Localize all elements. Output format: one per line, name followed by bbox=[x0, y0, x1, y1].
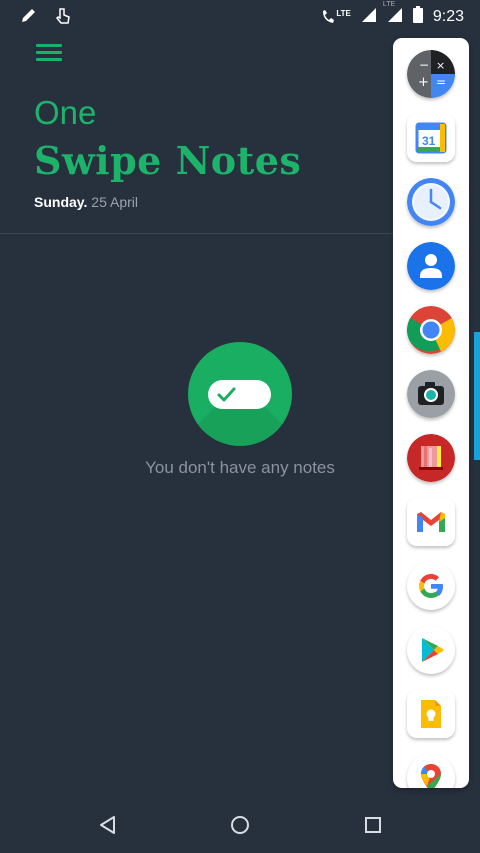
svg-text:=: = bbox=[436, 75, 446, 89]
svg-text:×: × bbox=[436, 59, 445, 72]
svg-text:+: + bbox=[418, 75, 429, 90]
status-bar: LTE LTE 9:23 bbox=[0, 0, 480, 30]
signal-icon bbox=[361, 7, 377, 28]
pencil-icon bbox=[20, 6, 38, 29]
navigation-bar bbox=[0, 796, 480, 853]
chrome-app-icon[interactable] bbox=[407, 306, 455, 354]
home-circle-icon[interactable] bbox=[227, 812, 253, 838]
play-store-app-icon[interactable] bbox=[407, 626, 455, 674]
recents-square-icon[interactable] bbox=[360, 812, 386, 838]
calculator-app-icon[interactable]: − × + = bbox=[407, 50, 455, 98]
date-label: Sunday. 25 April bbox=[34, 194, 138, 210]
gmail-app-icon[interactable] bbox=[407, 498, 455, 546]
svg-text:−: − bbox=[419, 58, 429, 72]
keep-app-icon[interactable] bbox=[407, 690, 455, 738]
contacts-app-icon[interactable] bbox=[407, 242, 455, 290]
hamburger-menu-icon[interactable] bbox=[36, 44, 62, 62]
back-triangle-icon[interactable] bbox=[95, 812, 121, 838]
books-app-icon[interactable] bbox=[407, 434, 455, 482]
clock-app-icon[interactable] bbox=[407, 178, 455, 226]
day-label: Sunday. bbox=[34, 194, 88, 210]
scroll-indicator[interactable] bbox=[474, 332, 480, 460]
calendar-app-icon[interactable]: 31 bbox=[407, 114, 455, 162]
header-divider bbox=[0, 233, 396, 234]
lte-call-icon: LTE bbox=[321, 9, 351, 25]
date-value: 25 April bbox=[87, 194, 139, 210]
lte-label: LTE bbox=[336, 8, 351, 18]
maps-app-icon[interactable] bbox=[407, 754, 455, 788]
google-app-icon[interactable] bbox=[407, 562, 455, 610]
app-title-line2: Swipe Notes bbox=[34, 138, 302, 183]
lte-label-secondary: LTE bbox=[382, 0, 396, 8]
toggle-check-icon bbox=[188, 342, 292, 446]
camera-app-icon[interactable] bbox=[407, 370, 455, 418]
app-sidebar: − × + = 31 bbox=[393, 38, 469, 788]
app-title-line1: One bbox=[34, 94, 97, 131]
touch-icon bbox=[54, 6, 72, 29]
calendar-day: 31 bbox=[422, 134, 436, 148]
battery-icon bbox=[412, 6, 423, 28]
clock: 9:23 bbox=[432, 8, 464, 25]
signal-icon: LTE bbox=[383, 1, 403, 28]
